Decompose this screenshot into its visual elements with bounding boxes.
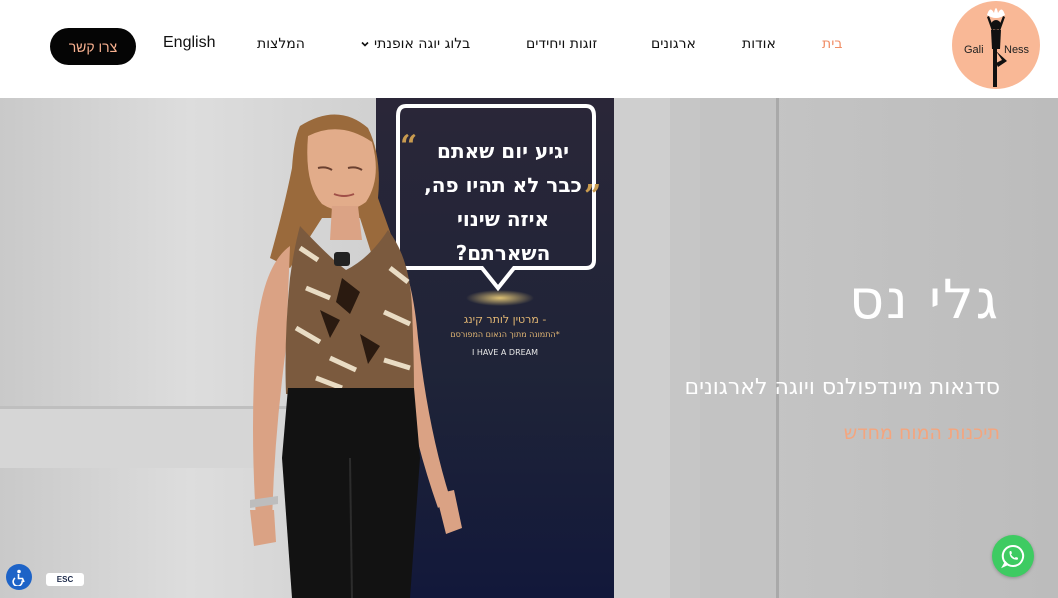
- accessibility-button[interactable]: [6, 564, 32, 590]
- svg-text:“: “: [400, 129, 417, 164]
- nav-home[interactable]: בית: [822, 36, 842, 52]
- contact-button[interactable]: צרו קשר: [50, 28, 136, 65]
- banner-dream: I HAVE A DREAM: [471, 348, 539, 357]
- accessibility-icon: [12, 569, 25, 586]
- nav-couples-individuals[interactable]: זוגות ויחידים: [526, 36, 597, 52]
- banner-quote-line: כבר לא תהיו פה,: [424, 173, 582, 197]
- banner-quote-line: השארתם?: [455, 241, 551, 265]
- chevron-down-icon: [361, 41, 369, 47]
- logo[interactable]: Gali Ness: [952, 1, 1040, 89]
- banner-note: *התמונה מתוך הנאום המפורסם: [450, 330, 560, 339]
- banner-quote-line: יגיע יום שאתם: [437, 139, 569, 163]
- hero-section: “ ” יגיע יום שאתם כבר לא תהיו פה, איזה ש…: [0, 98, 1058, 598]
- nav-about[interactable]: אודות: [742, 36, 776, 52]
- banner-quote: יגיע יום שאתם כבר לא תהיו פה, איזה שינוי…: [418, 134, 588, 270]
- nav-blog[interactable]: בלוג יוגה אופנתי: [360, 36, 470, 52]
- nav-organizations[interactable]: ארגונים: [651, 36, 696, 52]
- banner-quote-line: איזה שינוי: [456, 207, 550, 231]
- whatsapp-button[interactable]: [992, 535, 1034, 577]
- whatsapp-icon: [1001, 544, 1025, 569]
- nav-blog-label: בלוג יוגה אופנתי: [374, 36, 471, 52]
- hero-subtitle: סדנאות מיינדפולנס ויוגה לארגונים: [684, 375, 1000, 400]
- esc-button[interactable]: ESC: [46, 573, 84, 586]
- hero-tagline: תיכנות המוח מחדש: [843, 422, 1000, 444]
- language-link-english[interactable]: English: [163, 34, 215, 52]
- banner-author: - מרטין לותר קינג: [463, 313, 547, 326]
- logo-text-right: Ness: [1004, 44, 1030, 56]
- hero-title: גלי נס: [849, 268, 1000, 331]
- logo-text-left: Gali: [964, 44, 984, 56]
- site-header: Gali Ness בית אודות ארגונים זוגות ויחידי…: [0, 0, 1058, 98]
- nav-recommendations[interactable]: המלצות: [257, 36, 305, 52]
